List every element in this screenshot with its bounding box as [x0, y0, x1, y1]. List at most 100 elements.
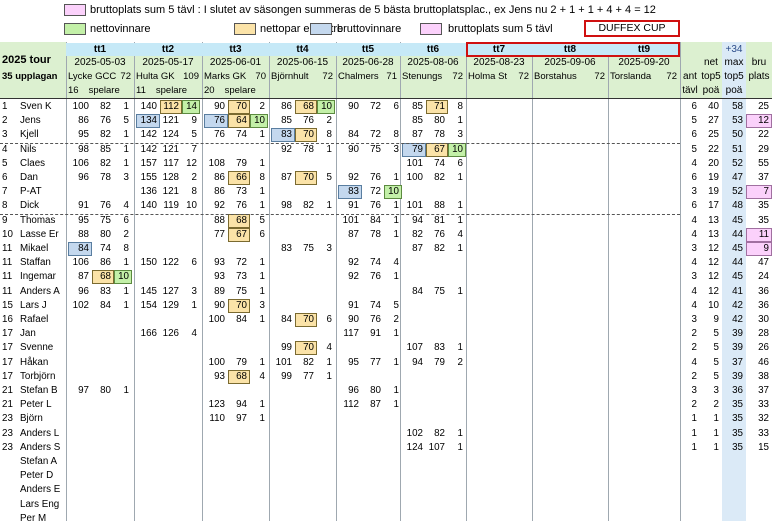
net-score: 121	[162, 143, 179, 155]
points: 1	[259, 399, 265, 411]
net-score	[362, 441, 384, 455]
net-score	[160, 242, 182, 256]
stat-max-top5: 45	[732, 243, 743, 254]
net-score: 82	[434, 172, 445, 183]
stat-antal: 3	[691, 243, 697, 254]
net-score	[362, 341, 384, 355]
net-score	[92, 370, 114, 384]
stat-net-top5: 1	[713, 427, 719, 439]
gross-score: 82	[412, 228, 423, 240]
stat-net-top5: 9	[713, 314, 719, 325]
stat-net-top5: 5	[713, 342, 719, 354]
stat-antal: 5	[691, 115, 697, 127]
gross-score: 89	[214, 285, 225, 297]
gross-score	[271, 299, 295, 313]
comp-course: Björnhult 72	[269, 70, 336, 84]
points: 10	[384, 185, 402, 200]
stat-net-top5: 13	[708, 214, 719, 226]
points	[182, 384, 200, 398]
points: 1	[259, 186, 265, 198]
player-rank: 8	[2, 200, 8, 212]
net-score: 76	[370, 314, 381, 325]
player-rank: 6	[2, 172, 8, 183]
gross-score: 92	[348, 271, 359, 283]
net-score: 77	[370, 356, 381, 368]
points: 1	[191, 299, 197, 311]
gross-score: 84	[412, 285, 423, 297]
stat-head3-1: poä	[702, 85, 720, 96]
stat-net-top5	[700, 469, 722, 483]
points: 3	[393, 143, 399, 155]
gross-score	[68, 341, 92, 355]
stat-brutto-plats	[746, 483, 772, 497]
net-score	[362, 285, 384, 299]
net-score: 68	[228, 369, 250, 384]
net-score: 82	[100, 129, 111, 141]
net-score: 82	[303, 356, 314, 368]
net-score: 75	[434, 285, 445, 297]
net-score: 71	[426, 100, 448, 114]
gross-score	[271, 327, 295, 341]
points: 1	[393, 172, 399, 183]
player-name: Anders L	[20, 427, 60, 439]
gross-score: 92	[214, 200, 225, 212]
net-score: 75	[370, 143, 381, 155]
stat-net-top5: 12	[708, 285, 719, 297]
net-score: 83	[434, 342, 445, 354]
stat-antal: 2	[691, 399, 697, 411]
gross-score	[338, 341, 362, 355]
comp-course: Stenungs 72	[400, 70, 466, 84]
gross-score: 90	[348, 101, 359, 112]
gross-score: 87	[281, 172, 292, 183]
player-name: Björn	[20, 413, 43, 425]
net-score: 76	[100, 115, 111, 127]
points	[250, 242, 268, 256]
comp-par: 72	[322, 71, 333, 82]
points: 1	[457, 342, 463, 354]
net-score: 84	[370, 214, 381, 226]
stat-net-top5	[700, 455, 722, 469]
points: 3	[191, 285, 197, 297]
stat-antal: 6	[691, 172, 697, 183]
gross-score	[204, 427, 228, 441]
points: 1	[259, 271, 265, 283]
gross-score: 92	[348, 172, 359, 183]
net-score	[295, 256, 317, 270]
gross-score: 95	[78, 129, 89, 141]
net-score	[160, 370, 182, 384]
net-score	[228, 441, 250, 455]
gross-score: 86	[78, 115, 89, 127]
points: 1	[123, 143, 129, 155]
table-row: 11 Staffan 106 86 1 150 122 6 93 72 1 92 74 4 4 12 44 4…	[0, 256, 772, 270]
net-score: 70	[228, 298, 250, 313]
points	[250, 384, 268, 398]
net-score	[295, 285, 317, 299]
net-score: 76	[370, 271, 381, 283]
points	[182, 427, 200, 441]
gross-score	[338, 370, 362, 384]
points: 1	[123, 129, 129, 141]
gross-score: 85	[412, 115, 423, 127]
player-rank: 2	[2, 115, 8, 127]
gross-score: 86	[214, 186, 225, 198]
net-score: 75	[100, 214, 111, 226]
net-score: 122	[162, 257, 179, 269]
stat-brutto-plats: 46	[758, 356, 769, 368]
net-score	[426, 327, 448, 341]
gross-score	[402, 398, 426, 412]
comp-players	[532, 84, 608, 98]
stat-net-top5: 40	[708, 101, 719, 112]
points	[317, 412, 335, 426]
gross-score	[136, 441, 160, 455]
player-rank: 23	[2, 441, 13, 453]
net-score: 77	[303, 370, 314, 382]
net-score	[228, 427, 250, 441]
player-name: Jens	[20, 115, 41, 127]
net-score	[228, 341, 250, 355]
net-score: 76	[303, 115, 314, 127]
legend-gold-swatch	[234, 23, 256, 35]
stat-antal: 4	[691, 299, 697, 311]
comp-date: 2025-06-01	[209, 57, 262, 68]
table-row: 2 Jens 86 76 5 134 121 9 76 64 10 85 76 2 85 80 1 5 27 53 1…	[0, 114, 772, 129]
gross-score	[136, 370, 160, 384]
